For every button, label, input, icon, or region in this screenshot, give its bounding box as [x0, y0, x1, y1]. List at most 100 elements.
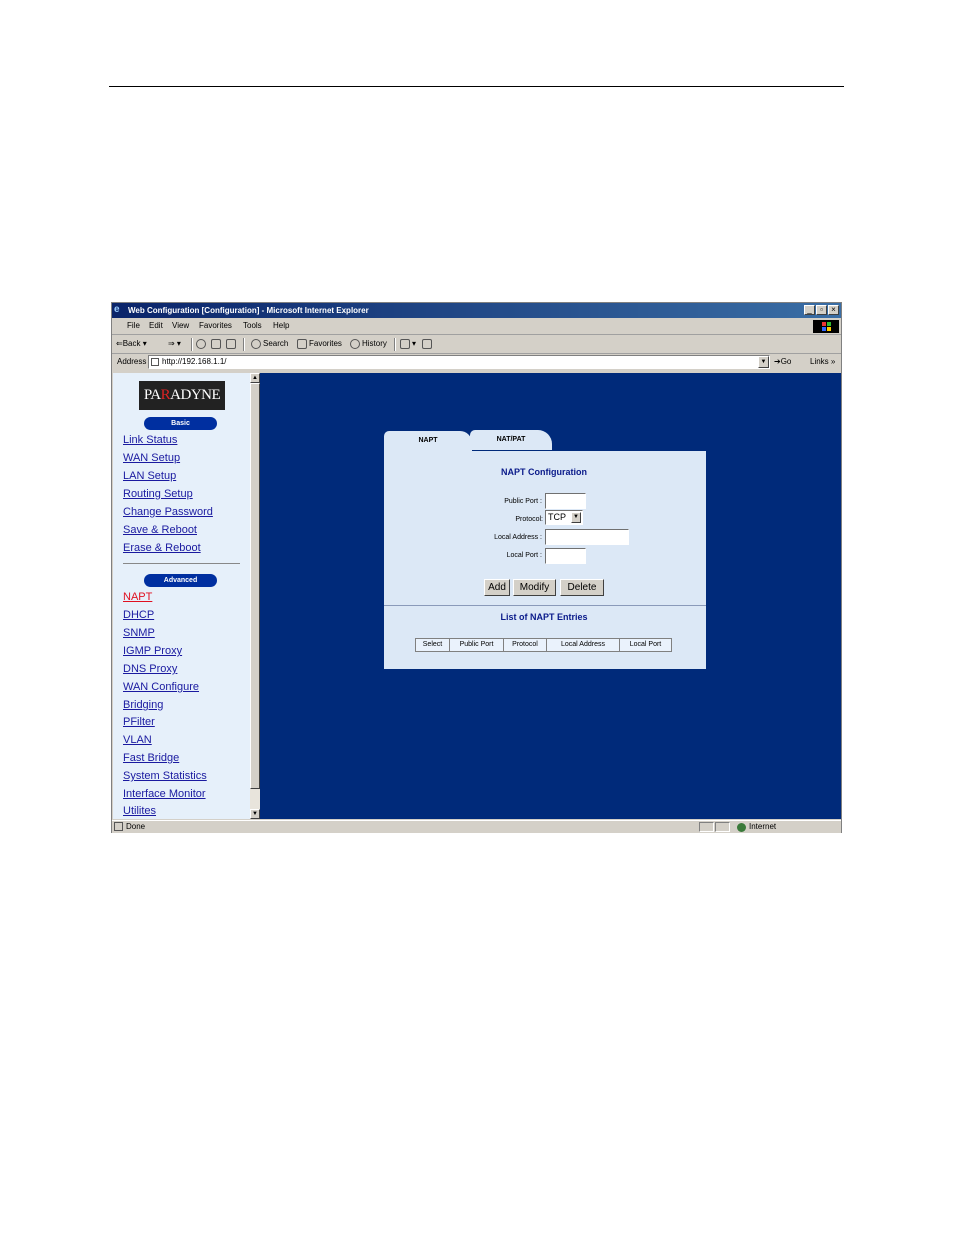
- close-button[interactable]: ×: [828, 305, 839, 315]
- protocol-value: TCP: [548, 512, 566, 522]
- nav-utilites[interactable]: Utilites: [123, 805, 156, 818]
- nav-link-status[interactable]: Link Status: [123, 434, 177, 447]
- chevron-down-icon: ▼: [571, 512, 581, 523]
- favorites-label: Favorites: [309, 339, 342, 349]
- title-bar: e Web Configuration [Configuration] - Mi…: [112, 303, 841, 318]
- page-icon: [151, 358, 159, 366]
- menu-help[interactable]: Help: [273, 321, 289, 331]
- links-button[interactable]: Links »: [810, 357, 835, 367]
- sidebar-scrollbar[interactable]: ▲ ▼: [250, 373, 260, 819]
- nav-system-statistics[interactable]: System Statistics: [123, 770, 207, 783]
- refresh-icon: [211, 339, 221, 349]
- favorites-button[interactable]: Favorites: [297, 339, 342, 349]
- refresh-button[interactable]: [211, 339, 223, 349]
- mail-button[interactable]: ▾: [400, 339, 416, 349]
- home-button[interactable]: [226, 339, 238, 349]
- menu-tools[interactable]: Tools: [243, 321, 262, 331]
- nav-change-password[interactable]: Change Password: [123, 506, 213, 519]
- nav-pfilter[interactable]: PFilter: [123, 716, 155, 729]
- paradyne-logo: PARADYNE: [139, 381, 225, 410]
- scroll-thumb[interactable]: [250, 383, 260, 789]
- delete-button[interactable]: Delete: [560, 579, 604, 596]
- address-label: Address: [117, 357, 147, 366]
- menu-favorites[interactable]: Favorites: [199, 321, 232, 331]
- nav-wan-configure[interactable]: WAN Configure: [123, 681, 199, 694]
- modify-button[interactable]: Modify: [513, 579, 556, 596]
- address-bar: Address http://192.168.1.1/ ▼ ➔Go Links …: [112, 354, 841, 371]
- main-content: NAPT NAT/PAT NAPT Configuration Public P…: [260, 373, 841, 819]
- column-header-protocol: Protocol: [503, 638, 547, 652]
- nav-bridging[interactable]: Bridging: [123, 699, 163, 712]
- address-input[interactable]: http://192.168.1.1/ ▼: [148, 355, 770, 369]
- toolbar-separator: [243, 338, 245, 351]
- nav-save-reboot[interactable]: Save & Reboot: [123, 524, 197, 537]
- print-icon: [422, 339, 432, 349]
- nav-dns-proxy[interactable]: DNS Proxy: [123, 663, 177, 676]
- nav-lan-setup[interactable]: LAN Setup: [123, 470, 176, 483]
- nav-interface-monitor[interactable]: Interface Monitor: [123, 788, 206, 801]
- nav-fast-bridge[interactable]: Fast Bridge: [123, 752, 179, 765]
- nav-dhcp[interactable]: DHCP: [123, 609, 154, 622]
- history-button[interactable]: History: [350, 339, 387, 349]
- search-button[interactable]: Search: [251, 339, 288, 349]
- toolbar: ⇐Back ▾ ⇒ ▾ Search Favorites History ▾: [112, 335, 841, 354]
- scroll-down-arrow-icon[interactable]: ▼: [250, 809, 260, 819]
- basic-section-header: Basic: [144, 417, 217, 430]
- history-icon: [350, 339, 360, 349]
- local-port-label: Local Port :: [506, 552, 542, 559]
- tab-nat-pat[interactable]: NAT/PAT: [470, 430, 552, 450]
- status-cell: [715, 822, 730, 832]
- local-address-label: Local Address :: [494, 534, 542, 541]
- logo-text-right: ADYNE: [170, 387, 221, 403]
- forward-button[interactable]: ⇒ ▾: [168, 339, 181, 349]
- logo-text-left: PA: [143, 387, 161, 403]
- menu-view[interactable]: View: [172, 321, 189, 331]
- back-button[interactable]: ⇐Back ▾: [116, 339, 147, 349]
- address-dropdown-button[interactable]: ▼: [758, 356, 769, 368]
- sidebar: PARADYNE Basic Link Status WAN Setup LAN…: [113, 373, 250, 819]
- home-icon: [226, 339, 236, 349]
- page-done-icon: [114, 822, 123, 831]
- stop-icon: [196, 339, 206, 349]
- column-header-local-address: Local Address: [546, 638, 620, 652]
- form-title: NAPT Configuration: [501, 467, 587, 477]
- column-header-public-port: Public Port: [449, 638, 504, 652]
- print-button[interactable]: [422, 339, 434, 349]
- column-header-local-port: Local Port: [619, 638, 672, 652]
- menu-file[interactable]: File: [127, 321, 140, 331]
- column-header-select: Select: [415, 638, 450, 652]
- nav-vlan[interactable]: VLAN: [123, 734, 152, 747]
- tab-napt[interactable]: NAPT: [384, 431, 472, 451]
- nav-routing-setup[interactable]: Routing Setup: [123, 488, 193, 501]
- security-zone: Internet: [749, 822, 777, 831]
- stop-button[interactable]: [196, 339, 208, 349]
- back-label: Back: [122, 339, 141, 348]
- minimize-button[interactable]: _: [804, 305, 815, 315]
- nav-wan-setup[interactable]: WAN Setup: [123, 452, 180, 465]
- add-button[interactable]: Add: [484, 579, 510, 596]
- local-port-input[interactable]: [545, 548, 586, 564]
- toolbar-separator: [394, 338, 396, 351]
- nav-napt[interactable]: NAPT: [123, 591, 152, 604]
- favorites-icon: [297, 339, 307, 349]
- search-label: Search: [263, 339, 289, 349]
- logo-text-red: R: [160, 387, 171, 403]
- go-button[interactable]: ➔Go: [774, 357, 791, 367]
- mail-icon: [400, 339, 410, 349]
- address-url: http://192.168.1.1/: [162, 357, 227, 366]
- page-rule: [109, 86, 844, 87]
- maximize-button[interactable]: ▫: [816, 305, 827, 315]
- menu-edit[interactable]: Edit: [149, 321, 163, 331]
- history-label: History: [362, 339, 387, 349]
- local-address-input[interactable]: [545, 529, 629, 545]
- go-label: Go: [780, 357, 792, 366]
- status-bar: Done Internet: [112, 820, 841, 833]
- public-port-label: Public Port :: [504, 498, 542, 505]
- go-arrow-icon: ➔: [774, 357, 781, 366]
- public-port-input[interactable]: [545, 493, 586, 509]
- nav-erase-reboot[interactable]: Erase & Reboot: [123, 542, 201, 555]
- protocol-select[interactable]: TCP ▼: [545, 510, 583, 525]
- scroll-up-arrow-icon[interactable]: ▲: [250, 373, 260, 383]
- nav-igmp-proxy[interactable]: IGMP Proxy: [123, 645, 182, 658]
- nav-snmp[interactable]: SNMP: [123, 627, 155, 640]
